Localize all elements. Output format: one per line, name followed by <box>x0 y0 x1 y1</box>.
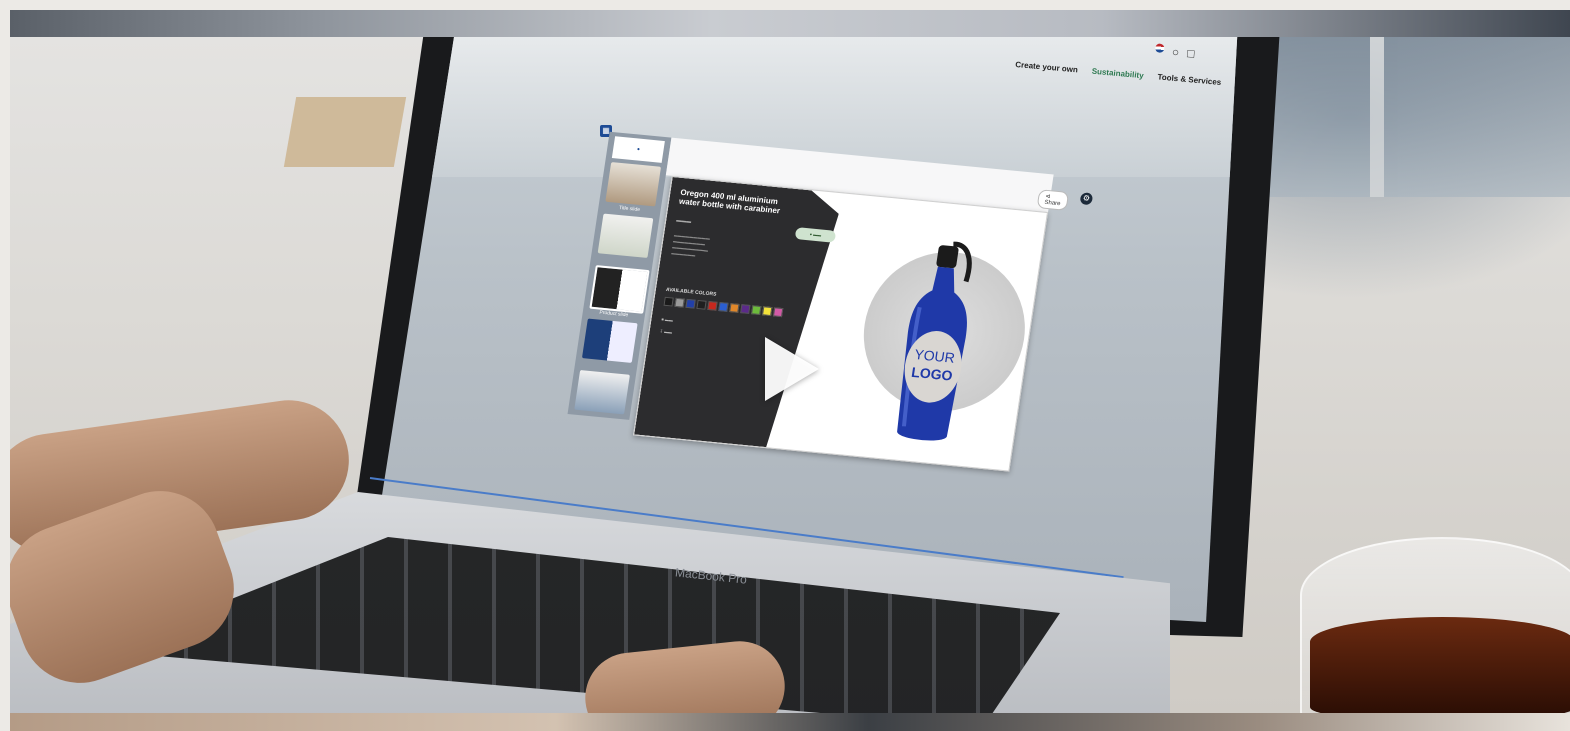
nav-item-sustainability: Sustainability <box>1091 66 1144 81</box>
thumbnail-4 <box>581 318 638 363</box>
thumbnail-3-active <box>589 265 650 314</box>
product-slide: Oregon 400 ml aluminium water bottle wit… <box>633 175 1049 472</box>
background-table <box>283 97 407 167</box>
color-swatch <box>729 303 739 313</box>
settings-icon: ⚙ <box>1079 192 1094 206</box>
product-code: ▬▬▬ <box>675 217 692 225</box>
thumbnail-2 <box>597 213 654 258</box>
user-icon: ○ <box>1171 44 1180 60</box>
presentation-viewer: ● Title slide Product slide ⊲ Share ⚙ Or… <box>562 131 1094 493</box>
cart-icon: □ <box>1186 46 1196 61</box>
product-spec: ■ ▬▬ <box>661 316 674 323</box>
previous-image-strip <box>10 10 1570 37</box>
color-swatches <box>663 297 783 317</box>
nav-item-tools: Tools & Services <box>1157 72 1222 87</box>
color-swatch <box>685 299 695 309</box>
nav-item-create: Create your own <box>1015 60 1079 75</box>
thumbnail-5 <box>574 370 630 415</box>
play-icon[interactable] <box>765 337 819 401</box>
color-swatch <box>740 304 750 314</box>
next-image-strip <box>10 713 1570 731</box>
color-swatch <box>674 298 684 308</box>
color-swatch <box>718 302 728 312</box>
product-title: Oregon 400 ml aluminium water bottle wit… <box>678 187 781 216</box>
color-swatch <box>707 301 717 311</box>
color-swatch <box>762 306 772 316</box>
brand-logo: ● <box>611 136 665 163</box>
background-window <box>1260 37 1570 197</box>
download-link: ↧ ▬▬ <box>659 328 673 335</box>
thumbnail-1 <box>605 162 662 207</box>
color-swatch <box>696 300 706 310</box>
header-icons: ○ □ <box>1154 43 1196 61</box>
main-nav: Create your own Sustainability Tools & S… <box>1015 60 1222 87</box>
product-info-panel: Oregon 400 ml aluminium water bottle wit… <box>634 177 842 451</box>
colors-label: AVAILABLE COLORS <box>665 286 717 298</box>
product-description: ▬▬▬▬▬▬▬▬▬ ▬▬▬▬▬▬▬▬ ▬▬▬▬▬▬▬▬▬ ▬▬▬▬▬▬ <box>671 232 711 258</box>
share-button: ⊲ Share <box>1036 189 1070 211</box>
tea <box>1310 617 1570 713</box>
color-swatch <box>751 305 761 315</box>
color-swatch <box>773 307 783 317</box>
color-swatch <box>663 297 673 307</box>
flag-icon <box>1154 43 1165 54</box>
